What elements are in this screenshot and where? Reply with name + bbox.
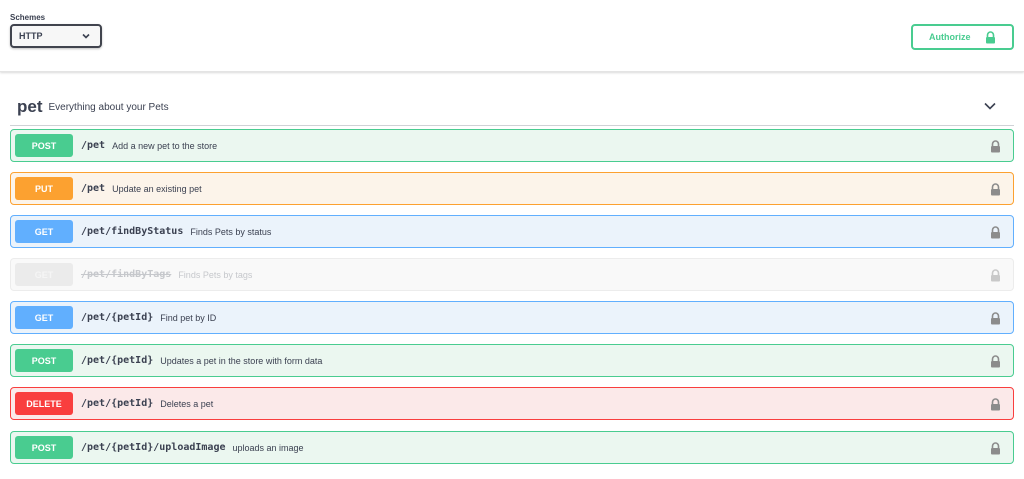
lock-icon[interactable] [990,226,1001,239]
lock-icon[interactable] [990,312,1001,325]
schemes-select[interactable]: HTTP [10,24,102,48]
tag-name: pet [17,96,43,116]
lock-icon[interactable] [990,183,1001,196]
lock-icon[interactable] [990,140,1001,153]
lock-icon[interactable] [990,269,1001,282]
operation-path: /pet/{petId} [81,312,154,323]
operation-path: /pet/findByStatus [81,226,184,237]
operation-put-pet[interactable]: PUT /pet Update an existing pet [10,172,1014,205]
operation-get-pet-by-id[interactable]: GET /pet/{petId} Find pet by ID [10,301,1014,334]
method-badge: GET [15,306,73,329]
operation-post-pet-by-id[interactable]: POST /pet/{petId} Updates a pet in the s… [10,344,1014,377]
operation-post-pet[interactable]: POST /pet Add a new pet to the store [10,129,1014,162]
operation-summary: uploads an image [232,442,304,453]
operation-summary: Add a new pet to the store [112,140,218,151]
operation-path: /pet [81,183,106,194]
lock-icon[interactable] [990,442,1001,455]
operation-path: /pet [81,140,106,151]
operation-path: /pet/findByTags [81,269,172,280]
operation-summary: Deletes a pet [160,398,214,409]
method-badge: GET [15,220,73,243]
chevron-down-icon [82,33,90,39]
lock-icon [986,31,995,44]
operation-path: /pet/{petId} [81,355,154,366]
method-badge: PUT [15,177,73,200]
operation-get-find-by-status[interactable]: GET /pet/findByStatus Finds Pets by stat… [10,215,1014,248]
operation-summary: Finds Pets by tags [178,269,253,280]
tag-description: Everything about your Pets [48,102,169,113]
operation-summary: Finds Pets by status [190,226,272,237]
authorize-label: Authorize [929,32,971,42]
operation-summary: Find pet by ID [160,312,217,323]
operation-get-find-by-tags-deprecated[interactable]: GET /pet/findByTags Finds Pets by tags [10,258,1014,291]
authorize-button[interactable]: Authorize [911,24,1014,50]
operation-summary: Updates a pet in the store with form dat… [160,355,323,366]
chevron-down-icon[interactable] [982,98,998,114]
schemes-label: Schemes [10,13,46,22]
operation-summary: Update an existing pet [112,183,202,194]
method-badge: DELETE [15,392,73,415]
operation-post-upload-image[interactable]: POST /pet/{petId}/uploadImage uploads an… [10,431,1014,464]
operation-path: /pet/{petId} [81,398,154,409]
method-badge: POST [15,436,73,459]
operation-path: /pet/{petId}/uploadImage [81,442,226,453]
lock-icon[interactable] [990,355,1001,368]
lock-icon[interactable] [990,398,1001,411]
method-badge: GET [15,263,73,286]
operation-delete-pet[interactable]: DELETE /pet/{petId} Deletes a pet [10,387,1014,420]
method-badge: POST [15,134,73,157]
schemes-selected-value: HTTP [19,31,43,41]
method-badge: POST [15,349,73,372]
top-bar: Schemes HTTP Authorize [0,0,1024,72]
tag-section-header[interactable]: pet Everything about your Pets [10,88,1014,126]
